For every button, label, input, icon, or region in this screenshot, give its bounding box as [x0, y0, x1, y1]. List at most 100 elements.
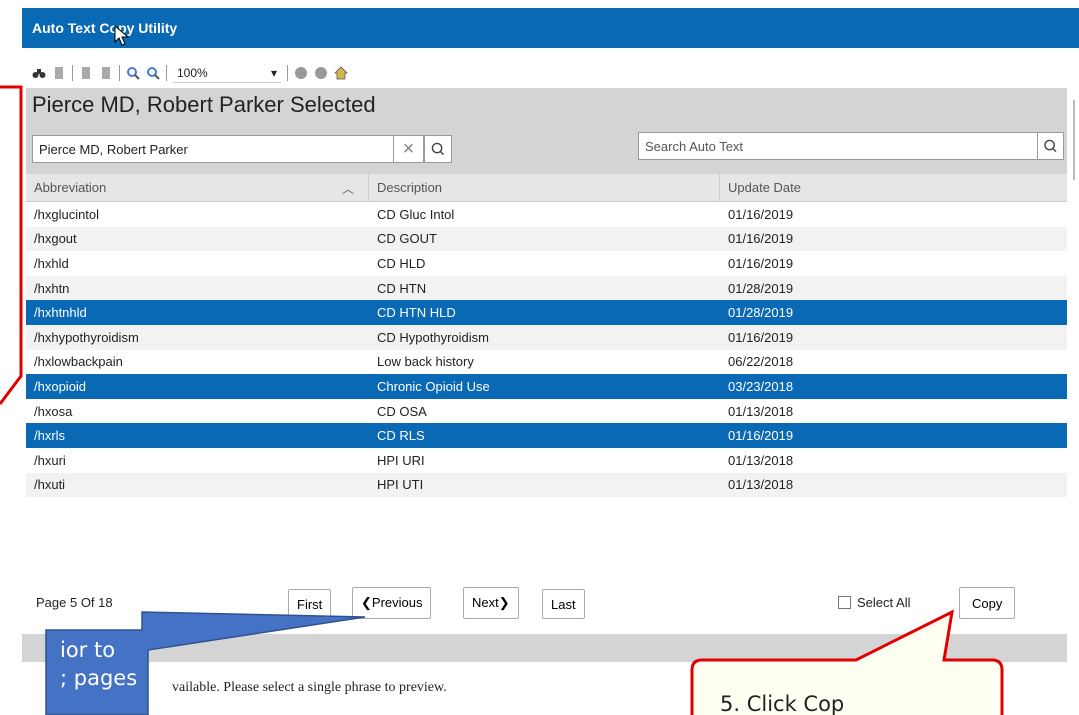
cell-abbreviation: /hxuri	[34, 452, 66, 468]
cell-abbreviation: /hxhypothyroidism	[34, 329, 139, 345]
cell-abbreviation: /hxrls	[34, 428, 66, 444]
cell-description: CD OSA	[377, 403, 427, 419]
next-button[interactable]: Next❯	[463, 587, 519, 619]
back-icon[interactable]	[294, 66, 308, 80]
cell-abbreviation: /hxlowbackpain	[34, 354, 123, 370]
page-icon[interactable]	[52, 66, 66, 80]
table-row[interactable]: /hxhld CD HLD 01/16/2019	[26, 251, 1067, 276]
toolbar-separator	[119, 65, 120, 81]
pager-bar: Page 5 Of 18 First ❮Previous Next❯ Last …	[22, 585, 1067, 619]
provider-search-icon[interactable]	[424, 135, 452, 163]
select-all-label: Select All	[857, 595, 911, 610]
table-row[interactable]: /hxrls CD RLS 01/16/2019	[26, 423, 1067, 448]
table-row[interactable]: /hxopioid Chronic Opioid Use 03/23/2018	[26, 374, 1067, 399]
selected-provider-title: Pierce MD, Robert Parker Selected	[32, 92, 376, 117]
preview-message: vailable. Please select a single phrase …	[172, 680, 447, 695]
cell-abbreviation: /hxglucintol	[34, 206, 100, 222]
clear-icon[interactable]: ×	[394, 135, 424, 163]
report-toolbar: 100% ▾	[22, 60, 482, 86]
cell-description: CD HLD	[377, 255, 426, 271]
cell-description: CD HTN HLD	[377, 305, 456, 321]
table-row[interactable]: /hxlowbackpain Low back history 06/22/2018	[26, 349, 1067, 375]
cell-abbreviation: /hxopioid	[34, 378, 87, 394]
cell-update-date: 01/13/2018	[728, 403, 794, 419]
table-row[interactable]: /hxhtnhld CD HTN HLD 01/28/2019	[26, 300, 1067, 325]
cell-abbreviation: /hxuti	[34, 477, 66, 493]
zoom-out-icon[interactable]	[126, 66, 140, 80]
table-row[interactable]: /hxhypothyroidism CD Hypothyroidism 01/16/…	[26, 324, 1067, 350]
cell-abbreviation: /hxhld	[34, 255, 69, 271]
last-button[interactable]: Last	[542, 589, 585, 619]
search-auto-text-input[interactable]: Search Auto Text	[638, 132, 1038, 160]
cell-description: CD Gluc Intol	[377, 206, 455, 222]
copy-button[interactable]: Copy	[959, 587, 1016, 619]
toolbar-separator	[72, 65, 73, 81]
top-strip	[0, 0, 1079, 8]
chevron-right-icon: ❯	[498, 595, 510, 610]
cell-update-date: 01/16/2019	[728, 255, 794, 271]
cell-description: CD RLS	[377, 428, 425, 444]
cell-update-date: 01/28/2019	[728, 280, 794, 296]
mouse-cursor-icon	[114, 24, 130, 46]
cell-description: HPI URI	[377, 452, 425, 468]
cell-update-date: 01/13/2018	[728, 477, 794, 493]
app-window: Auto Text Copy Utility 100% ▾ Pierce MD,…	[0, 0, 1079, 715]
table-header: Abbreviation ︿ Description Update Date	[26, 174, 1067, 202]
cell-description: CD GOUT	[377, 231, 437, 247]
cell-abbreviation: /hxgout	[34, 231, 77, 247]
cell-update-date: 01/13/2018	[728, 452, 794, 468]
cell-update-date: 01/16/2019	[728, 206, 794, 222]
cell-update-date: 03/23/2018	[728, 378, 794, 394]
blue-callout-text: ior to ; pages	[60, 638, 138, 690]
auto-text-table: Abbreviation ︿ Description Update Date /…	[26, 174, 1067, 498]
sort-up-icon: ︿	[341, 182, 354, 196]
page-info: Page 5 Of 18	[36, 595, 113, 610]
title-bar: Auto Text Copy Utility	[22, 8, 1079, 48]
zoom-select[interactable]: 100% ▾	[173, 63, 281, 83]
scrollbar[interactable]	[1073, 100, 1075, 180]
first-button[interactable]: First	[288, 589, 332, 619]
find-binoculars-icon[interactable]	[32, 66, 46, 80]
select-all[interactable]: Select All	[838, 595, 910, 610]
zoom-value: 100%	[177, 65, 208, 80]
app-title: Auto Text Copy Utility	[32, 20, 178, 36]
cell-abbreviation: /hxhtnhld	[34, 305, 87, 321]
table-row[interactable]: /hxuri HPI URI 01/13/2018	[26, 447, 1067, 473]
next-page-icon[interactable]	[99, 66, 113, 80]
red-callout-left	[0, 85, 23, 405]
panel-header: Pierce MD, Robert Parker Selected Pierce…	[26, 88, 1067, 174]
toolbar-separator	[287, 65, 288, 81]
table-row[interactable]: /hxgout CD GOUT 01/16/2019	[26, 226, 1067, 252]
cell-update-date: 01/16/2019	[728, 231, 794, 247]
col-description[interactable]: Description	[369, 174, 720, 201]
forward-icon[interactable]	[314, 66, 328, 80]
auto-text-panel: Pierce MD, Robert Parker Selected Pierce…	[22, 88, 1067, 578]
table-body: /hxglucintol CD Gluc Intol 01/16/2019/hxgo…	[26, 202, 1067, 498]
chevron-left-icon: ❮	[361, 595, 372, 610]
col-abbreviation[interactable]: Abbreviation ︿	[26, 174, 369, 201]
auto-text-search-icon[interactable]	[1038, 132, 1064, 160]
cell-update-date: 01/16/2019	[728, 329, 794, 345]
table-row[interactable]: /hxhtn CD HTN 01/28/2019	[26, 275, 1067, 301]
cell-update-date: 06/22/2018	[728, 354, 794, 370]
home-icon[interactable]	[334, 66, 348, 80]
chevron-down-icon: ▾	[270, 65, 277, 80]
table-row[interactable]: /hxglucintol CD Gluc Intol 01/16/2019	[26, 202, 1067, 227]
cell-description: CD HTN	[377, 280, 427, 296]
preview-header	[22, 634, 1067, 662]
table-row[interactable]: /hxosa CD OSA 01/13/2018	[26, 398, 1067, 424]
cell-description: Low back history	[377, 354, 474, 370]
select-all-checkbox[interactable]	[838, 596, 851, 609]
red-callout-left-inner	[0, 90, 18, 398]
zoom-in-icon[interactable]	[146, 66, 160, 80]
cell-description: CD Hypothyroidism	[377, 329, 489, 345]
col-update-date[interactable]: Update Date	[720, 174, 1067, 201]
toolbar-separator	[166, 65, 167, 81]
provider-input[interactable]: Pierce MD, Robert Parker	[32, 135, 394, 163]
prev-page-icon[interactable]	[79, 66, 93, 80]
table-row[interactable]: /hxuti HPI UTI 01/13/2018	[26, 472, 1067, 498]
cell-abbreviation: /hxhtn	[34, 280, 70, 296]
cell-abbreviation: /hxosa	[34, 403, 73, 419]
previous-button[interactable]: ❮Previous	[352, 587, 432, 619]
cell-update-date: 01/28/2019	[728, 305, 794, 321]
